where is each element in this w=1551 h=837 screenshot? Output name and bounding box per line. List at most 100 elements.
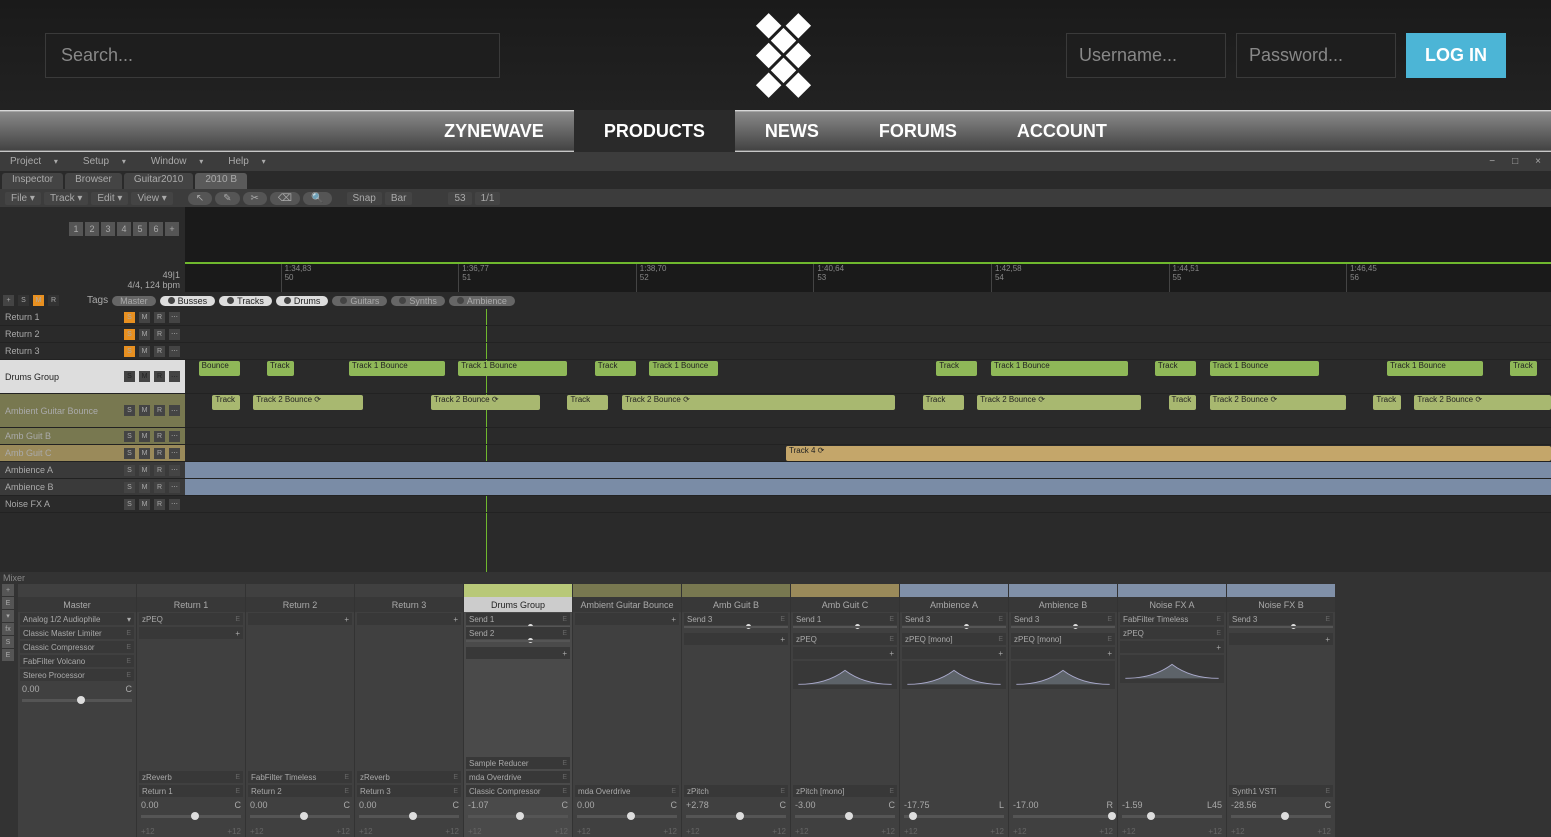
track-lane[interactable] xyxy=(185,428,1551,445)
insert-slot[interactable]: Return 2E xyxy=(248,785,352,797)
tab-inspector[interactable]: Inspector xyxy=(2,173,63,189)
pan-control[interactable]: 0.00C xyxy=(355,798,463,826)
track-header[interactable]: Amb Guit BSMR⋯ xyxy=(0,428,185,445)
side-e2[interactable]: E xyxy=(2,649,14,661)
more-icon[interactable]: ⋯ xyxy=(169,312,180,323)
division-display[interactable]: 1/1 xyxy=(475,192,501,205)
pan-control[interactable]: 0.00C xyxy=(573,798,681,826)
insert-slot[interactable]: mda OverdriveE xyxy=(466,771,570,783)
fx-slot[interactable]: zPEQE xyxy=(1120,627,1224,639)
tool-erase-icon[interactable]: ⌫ xyxy=(270,192,300,205)
solo-button[interactable]: S xyxy=(124,448,135,459)
mute-button[interactable]: M xyxy=(139,405,150,416)
tool-cut-icon[interactable]: ✂ xyxy=(243,192,267,205)
nav-zynewave[interactable]: ZYNEWAVE xyxy=(414,110,574,152)
maximize-icon[interactable]: □ xyxy=(1504,156,1526,167)
more-icon[interactable]: ⋯ xyxy=(169,499,180,510)
send-slot[interactable]: Send 3E xyxy=(902,613,1006,625)
clip[interactable]: Track xyxy=(267,361,294,376)
nav-forums[interactable]: FORUMS xyxy=(849,110,987,152)
mute-all[interactable]: M xyxy=(33,295,44,306)
mute-button[interactable]: M xyxy=(139,465,150,476)
clip[interactable]: Track 2 Bounce ⟳ xyxy=(1210,395,1347,410)
track-lane[interactable] xyxy=(185,309,1551,326)
nav-account[interactable]: ACCOUNT xyxy=(987,110,1137,152)
clip[interactable]: Track 4 ⟳ xyxy=(786,446,1551,461)
track-lanes[interactable]: BounceTrackTrack 1 BounceTrack 1 BounceT… xyxy=(185,309,1551,572)
more-icon[interactable]: ⋯ xyxy=(169,465,180,476)
rec-button[interactable]: R xyxy=(154,431,165,442)
clip[interactable]: Track xyxy=(1510,361,1537,376)
clip[interactable]: Track xyxy=(1169,395,1196,410)
filter-master[interactable]: Master xyxy=(112,296,156,306)
more-icon[interactable]: ⋯ xyxy=(169,329,180,340)
snap-toggle[interactable]: Snap xyxy=(347,192,382,205)
add-fx-icon[interactable]: + xyxy=(1229,633,1333,645)
more-icon[interactable]: ⋯ xyxy=(169,405,180,416)
clip[interactable]: Track 2 Bounce ⟳ xyxy=(253,395,362,410)
marker-+[interactable]: + xyxy=(165,222,179,236)
insert-slot[interactable]: zPitch [mono]E xyxy=(793,785,897,797)
marker-5[interactable]: 5 xyxy=(133,222,147,236)
send-slot[interactable]: Send 1E xyxy=(466,613,570,625)
eq-curve[interactable] xyxy=(1011,661,1115,689)
pan-control[interactable]: +2.78C xyxy=(682,798,790,826)
eq-curve[interactable] xyxy=(1120,655,1224,683)
more-icon[interactable]: ⋯ xyxy=(169,371,180,382)
eq-curve[interactable] xyxy=(793,661,897,689)
insert-slot[interactable]: Return 3E xyxy=(357,785,461,797)
filter-tracks[interactable]: Tracks xyxy=(219,296,272,306)
menu-setup[interactable]: Setup ▾ xyxy=(75,156,142,167)
login-button[interactable]: LOG IN xyxy=(1406,33,1506,78)
overview-timeline[interactable]: 1:34,83501:36,77511:38,70521:40,64531:42… xyxy=(185,207,1551,292)
insert-slot[interactable]: Sample ReducerE xyxy=(466,757,570,769)
clip[interactable]: Track 2 Bounce ⟳ xyxy=(431,395,540,410)
clip[interactable]: Track 1 Bounce xyxy=(649,361,717,376)
rec-button[interactable]: R xyxy=(154,482,165,493)
add-fx-icon[interactable]: + xyxy=(793,647,897,659)
eq-curve[interactable] xyxy=(902,661,1006,689)
rec-button[interactable]: R xyxy=(154,329,165,340)
track-header[interactable]: Noise FX ASMR⋯ xyxy=(0,496,185,513)
rec-button[interactable]: R xyxy=(154,448,165,459)
marker-6[interactable]: 6 xyxy=(149,222,163,236)
marker-4[interactable]: 4 xyxy=(117,222,131,236)
nav-news[interactable]: NEWS xyxy=(735,110,849,152)
mute-button[interactable]: M xyxy=(139,499,150,510)
pan-control[interactable]: -1.59L45 xyxy=(1118,798,1226,826)
side-add-icon[interactable]: + xyxy=(2,584,14,596)
side-fx[interactable]: fx xyxy=(2,623,14,635)
rec-button[interactable]: R xyxy=(154,312,165,323)
track-header[interactable]: Return 3SMR⋯ xyxy=(0,343,185,360)
pan-control[interactable]: 0.00C xyxy=(137,798,245,826)
track-lane[interactable] xyxy=(185,343,1551,360)
send-slot[interactable]: Send 3E xyxy=(1011,613,1115,625)
track-lane[interactable] xyxy=(185,496,1551,513)
solo-button[interactable]: S xyxy=(124,405,135,416)
add-fx-icon[interactable]: + xyxy=(139,627,243,639)
add-icon[interactable]: + xyxy=(3,295,14,306)
side-e[interactable]: E xyxy=(2,597,14,609)
track-header[interactable]: Drums GroupSMR⋯ xyxy=(0,360,185,394)
track-lane[interactable] xyxy=(185,462,1551,479)
add-fx-icon[interactable]: + xyxy=(466,647,570,659)
insert-slot[interactable]: zPitchE xyxy=(684,785,788,797)
add-fx-icon[interactable]: + xyxy=(248,613,352,625)
edit-menu[interactable]: Edit ▾ xyxy=(91,192,128,205)
track-lane[interactable]: Track Track 2 Bounce ⟳ Track 2 Bounce ⟳ Tra… xyxy=(185,394,1551,428)
tab-2010 b[interactable]: 2010 B xyxy=(195,173,247,189)
fx-slot[interactable]: Stereo ProcessorE xyxy=(20,669,134,681)
solo-button[interactable]: S xyxy=(124,465,135,476)
add-fx-icon[interactable]: + xyxy=(1011,647,1115,659)
solo-button[interactable]: S xyxy=(124,431,135,442)
add-fx-icon[interactable]: + xyxy=(1120,641,1224,653)
pan-control[interactable]: -17.75L xyxy=(900,798,1008,826)
tool-zoom-icon[interactable]: 🔍 xyxy=(303,192,331,205)
track-header[interactable]: Ambient Guitar BounceSMR⋯ xyxy=(0,394,185,428)
solo-button[interactable]: S xyxy=(124,312,135,323)
rec-button[interactable]: R xyxy=(154,465,165,476)
clip[interactable]: Track 2 Bounce ⟳ xyxy=(977,395,1141,410)
clip[interactable]: Track xyxy=(212,395,239,410)
rec-button[interactable]: R xyxy=(154,499,165,510)
mute-button[interactable]: M xyxy=(139,346,150,357)
